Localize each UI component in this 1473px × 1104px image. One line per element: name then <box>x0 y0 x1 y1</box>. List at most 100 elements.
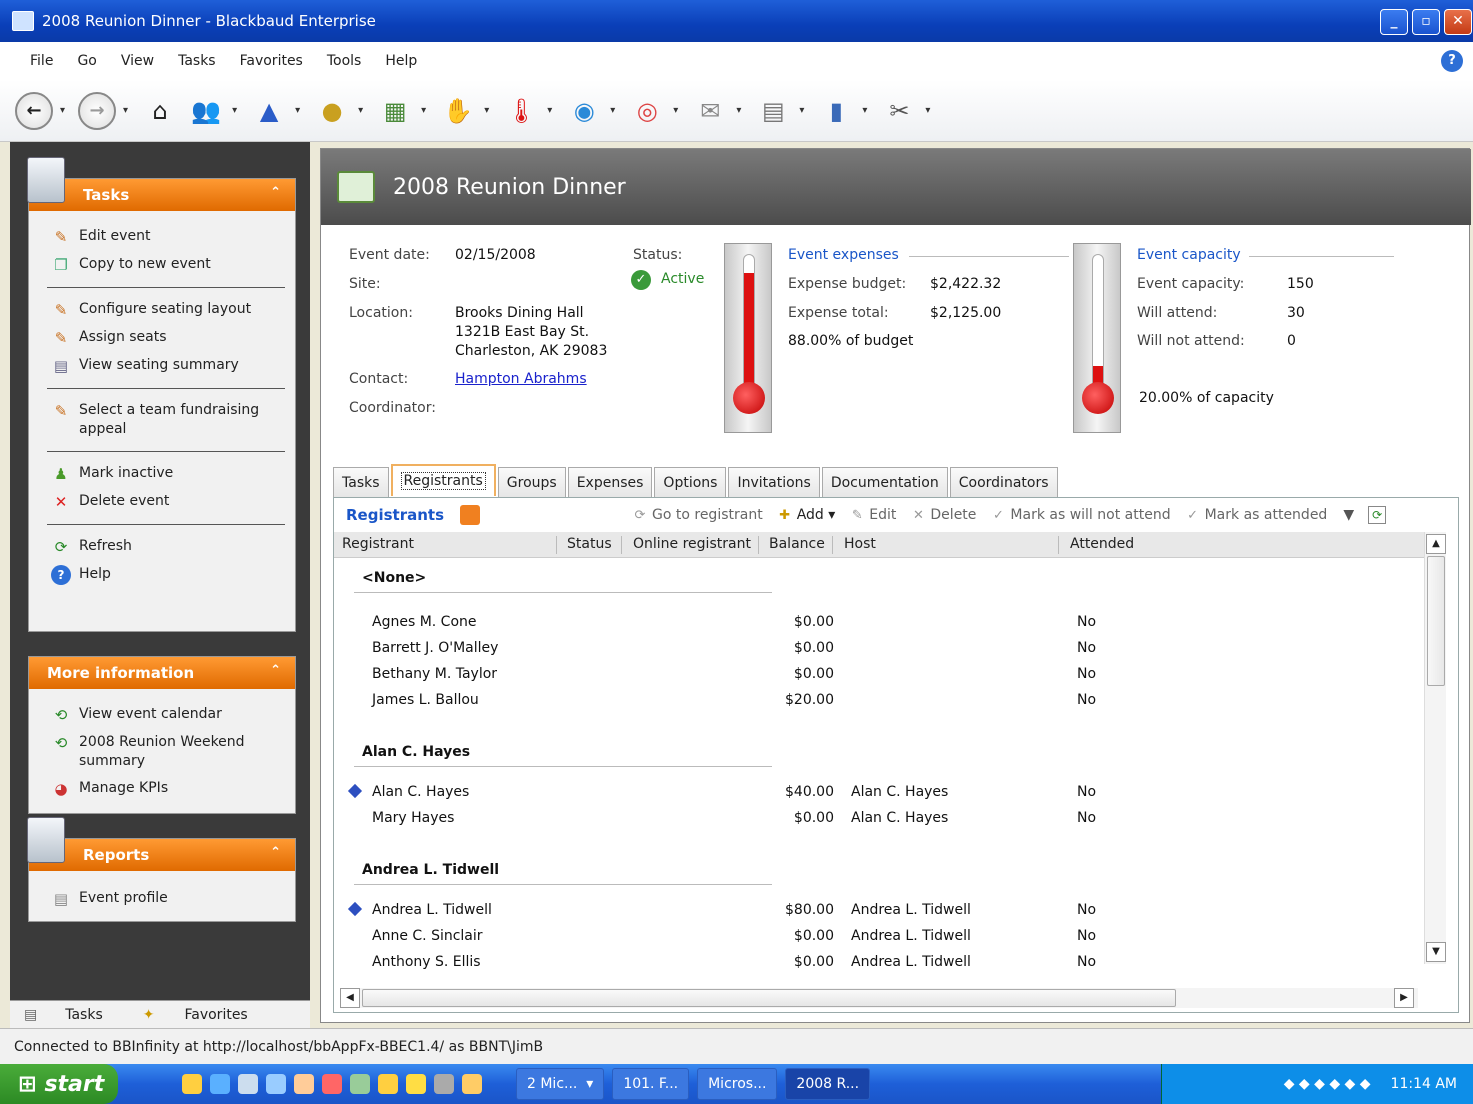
window-title-bar[interactable]: 2008 Reunion Dinner - Blackbaud Enterpri… <box>0 0 1473 42</box>
forward-dropdown-icon[interactable]: ▾ <box>123 105 128 116</box>
quicklaunch-icon[interactable] <box>322 1074 342 1094</box>
collapse-icon[interactable]: ⌃ <box>270 663 281 678</box>
add-button[interactable]: ✚ Add ▾ <box>777 507 835 523</box>
back-dropdown-icon[interactable]: ▾ <box>60 105 65 116</box>
collapse-icon[interactable]: ⌃ <box>270 845 281 860</box>
menu-help[interactable]: Help <box>385 53 417 69</box>
filter-icon[interactable]: ▼ <box>1343 507 1354 523</box>
reports-icon[interactable]: ▤ <box>753 91 793 131</box>
administration-dropdown-icon[interactable]: ▾ <box>862 105 867 116</box>
tab-expenses[interactable]: Expenses <box>567 467 653 497</box>
forward-button[interactable]: → <box>77 91 117 131</box>
taskbar-reunion[interactable]: 2008 R... <box>785 1068 871 1100</box>
scroll-up-icon[interactable]: ▲ <box>1426 534 1446 554</box>
events-dropdown-icon[interactable]: ▾ <box>421 105 426 116</box>
table-row[interactable]: Agnes M. Cone $0.00 No <box>334 614 1424 640</box>
favorites-tab[interactable]: Favorites <box>184 1007 247 1023</box>
constituents-dropdown-icon[interactable]: ▾ <box>232 105 237 116</box>
group-header[interactable]: Andrea L. Tidwell <box>362 862 499 878</box>
maximize-button[interactable]: ▫ <box>1412 9 1440 35</box>
table-row[interactable]: Anne C. Sinclair $0.00 Andrea L. Tidwell No <box>334 928 1424 954</box>
reunion-weekend-summary-link[interactable]: ⟲ 2008 Reunion Weekend summary <box>29 729 295 775</box>
help-icon[interactable]: ? <box>1441 50 1463 72</box>
analysis-dropdown-icon[interactable]: ▾ <box>295 105 300 116</box>
taskbar-firefox[interactable]: 101. F... <box>612 1068 690 1100</box>
quicklaunch-icon[interactable] <box>294 1074 314 1094</box>
thermometer-icon[interactable]: 🌡 <box>501 91 541 131</box>
menu-tools[interactable]: Tools <box>327 53 362 69</box>
group-header[interactable]: <None> <box>362 570 426 586</box>
quicklaunch-icon[interactable] <box>406 1074 426 1094</box>
refresh-icon[interactable]: ⟳ <box>1368 506 1387 524</box>
close-button[interactable]: ✕ <box>1444 9 1472 35</box>
task-configure-seating[interactable]: ✎ Configure seating layout <box>29 296 295 324</box>
table-row[interactable]: Anthony S. Ellis $0.00 Andrea L. Tidwell No <box>334 954 1424 980</box>
quicklaunch-icon[interactable] <box>434 1074 454 1094</box>
revenue-icon[interactable]: ● <box>312 91 352 131</box>
task-mark-inactive[interactable]: ♟ Mark inactive <box>29 460 295 488</box>
target-icon[interactable]: ◎ <box>627 91 667 131</box>
task-select-appeal[interactable]: ✎ Select a team fundraising appeal <box>29 397 295 443</box>
table-row[interactable]: Andrea L. Tidwell $80.00 Andrea L. Tidwell… <box>334 901 1424 928</box>
task-help[interactable]: ? Help <box>29 561 295 589</box>
manage-kpis-link[interactable]: ◕ Manage KPIs <box>29 775 295 803</box>
reports-header[interactable]: Reports ⌃ <box>27 817 295 871</box>
tray-icons[interactable]: ◆ ◆ ◆ ◆ ◆ ◆ <box>1284 1076 1371 1092</box>
group-header[interactable]: Alan C. Hayes <box>362 744 470 760</box>
scroll-thumb[interactable] <box>1427 556 1445 686</box>
taskbar-outlook[interactable]: 2 Mic... ▾ <box>516 1068 605 1100</box>
tools-dropdown-icon[interactable]: ▾ <box>925 105 930 116</box>
database-icon[interactable]: ▮ <box>816 91 856 131</box>
task-delete-event[interactable]: ✕ Delete event <box>29 488 295 516</box>
menu-favorites[interactable]: Favorites <box>240 53 303 69</box>
contact-link[interactable]: Hampton Abrahms <box>455 371 587 387</box>
tab-coordinators[interactable]: Coordinators <box>949 467 1058 497</box>
marketing-dropdown-icon[interactable]: ▾ <box>736 105 741 116</box>
col-registrant[interactable]: Registrant <box>342 536 414 552</box>
delete-button[interactable]: ✕ Delete <box>910 507 976 523</box>
task-copy-event[interactable]: ❐ Copy to new event <box>29 251 295 279</box>
tab-groups[interactable]: Groups <box>497 467 566 497</box>
col-balance[interactable]: Balance <box>769 536 825 552</box>
menu-view[interactable]: View <box>121 53 154 69</box>
table-row[interactable]: James L. Ballou $20.00 No <box>334 692 1424 718</box>
prospects-dropdown-icon[interactable]: ▾ <box>673 105 678 116</box>
tasks-tab[interactable]: Tasks <box>65 1007 103 1023</box>
tab-options[interactable]: Options <box>654 467 727 497</box>
start-button[interactable]: ⊞ start <box>0 1064 118 1104</box>
envelope-icon[interactable]: ✉ <box>690 91 730 131</box>
tab-invitations[interactable]: Invitations <box>728 467 820 497</box>
scroll-left-icon[interactable]: ◀ <box>340 988 360 1008</box>
task-refresh[interactable]: ⟳ Refresh <box>29 533 295 561</box>
rss-icon[interactable] <box>460 505 480 525</box>
revenue-dropdown-icon[interactable]: ▾ <box>358 105 363 116</box>
volunteers-dropdown-icon[interactable]: ▾ <box>484 105 489 116</box>
menu-go[interactable]: Go <box>77 53 96 69</box>
col-online-registrant[interactable]: Online registrant <box>633 536 751 552</box>
col-attended[interactable]: Attended <box>1070 536 1134 552</box>
col-host[interactable]: Host <box>844 536 876 552</box>
edit-button[interactable]: ✎ Edit <box>849 507 897 523</box>
view-event-calendar-link[interactable]: ⟲ View event calendar <box>29 701 295 729</box>
constituents-icon[interactable]: 👥 <box>186 91 226 131</box>
tools-icon[interactable]: ✂ <box>879 91 919 131</box>
quicklaunch-icon[interactable] <box>350 1074 370 1094</box>
tab-registrants[interactable]: Registrants <box>390 464 496 496</box>
mark-will-not-attend-button[interactable]: ✓ Mark as will not attend <box>990 507 1171 523</box>
minimize-button[interactable]: _ <box>1380 9 1408 35</box>
taskbar-microsoft[interactable]: Micros... <box>697 1068 778 1100</box>
task-assign-seats[interactable]: ✎ Assign seats <box>29 324 295 352</box>
home-icon[interactable]: ⌂ <box>140 91 180 131</box>
table-row[interactable]: Alan C. Hayes $40.00 Alan C. Hayes No <box>334 783 1424 810</box>
go-to-registrant-button[interactable]: ⟳ Go to registrant <box>632 507 763 523</box>
menu-tasks[interactable]: Tasks <box>178 53 216 69</box>
table-row[interactable]: Mary Hayes $0.00 Alan C. Hayes No <box>334 810 1424 836</box>
task-view-seating[interactable]: ▤ View seating summary <box>29 352 295 380</box>
quicklaunch-icon[interactable] <box>462 1074 482 1094</box>
task-edit-event[interactable]: ✎ Edit event <box>29 223 295 251</box>
quicklaunch-icon[interactable] <box>378 1074 398 1094</box>
collapse-icon[interactable]: ⌃ <box>270 185 281 200</box>
event-profile-report[interactable]: ▤ Event profile <box>29 885 295 913</box>
fundraising-dropdown-icon[interactable]: ▾ <box>547 105 552 116</box>
tab-documentation[interactable]: Documentation <box>821 467 948 497</box>
